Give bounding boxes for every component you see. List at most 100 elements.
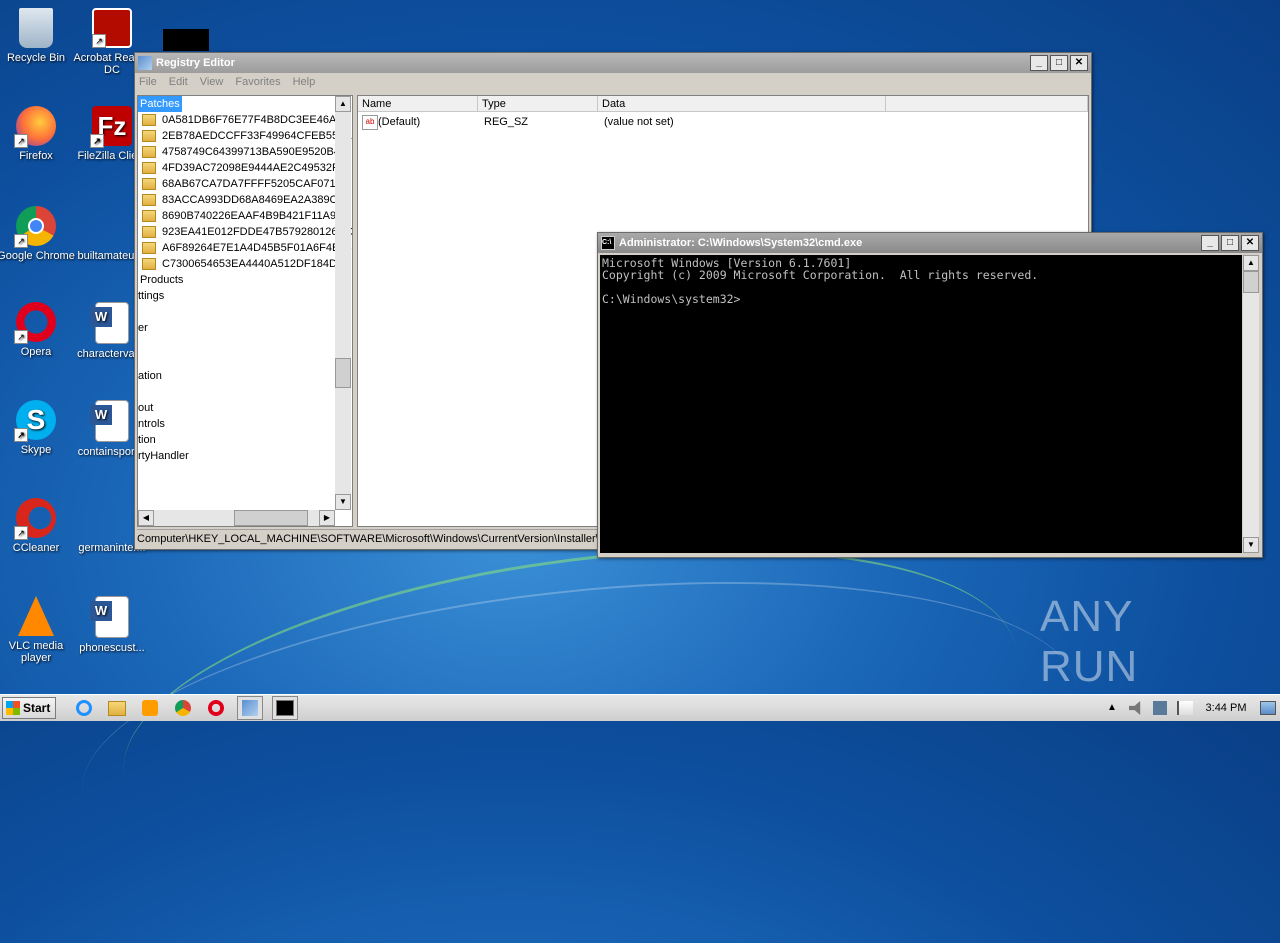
hscroll-thumb[interactable] xyxy=(234,510,308,526)
scroll-thumb[interactable] xyxy=(1243,271,1259,293)
scroll-left-button[interactable]: ◀ xyxy=(138,510,154,526)
window-title: Registry Editor xyxy=(156,57,235,69)
show-hidden-icons-chevron-icon[interactable]: ▲ xyxy=(1105,701,1119,715)
anyrun-watermark: ANY RUN xyxy=(1040,592,1139,691)
tree-item[interactable]: er xyxy=(138,320,334,336)
cmd-window[interactable]: C:\ Administrator: C:\Windows\System32\c… xyxy=(597,232,1263,558)
ie-icon xyxy=(76,700,92,716)
tree-item[interactable]: A6F89264E7E1A4D45B5F01A6F4E08 xyxy=(138,240,352,256)
regedit-icon xyxy=(242,700,258,716)
menu-help[interactable]: Help xyxy=(293,76,316,88)
taskbar-opera[interactable] xyxy=(204,697,228,719)
desktop-icon-chrome[interactable]: ↗ Google Chrome xyxy=(0,206,76,262)
menu-bar: File Edit View Favorites Help xyxy=(135,73,1091,91)
taskbar-regedit[interactable] xyxy=(237,696,263,720)
column-header-type[interactable]: Type xyxy=(478,96,598,112)
desktop-icon-firefox[interactable]: ↗ Firefox xyxy=(0,106,76,162)
network-icon[interactable] xyxy=(1153,701,1167,715)
menu-file[interactable]: File xyxy=(139,76,157,88)
chrome-icon xyxy=(175,700,191,716)
console-vertical-scrollbar[interactable]: ▲ ▼ xyxy=(1243,255,1259,553)
scroll-up-button[interactable]: ▲ xyxy=(335,96,351,112)
regedit-titlebar[interactable]: Registry Editor _ □ ✕ xyxy=(135,53,1091,73)
column-header-name[interactable]: Name xyxy=(358,96,478,112)
key-tree-pane[interactable]: Patches 0A581DB6F76E77F4B8DC3EE46AEA 2EB… xyxy=(137,95,353,527)
column-header-data[interactable]: Data xyxy=(598,96,886,112)
desktop-icon-opera[interactable]: ↗ Opera xyxy=(0,302,76,358)
acrobat-icon: ↗ xyxy=(92,8,132,48)
console-output[interactable]: Microsoft Windows [Version 6.1.7601] Copy… xyxy=(600,255,1242,553)
tree-item[interactable]: 4FD39AC72098E9444AE2C49532FC xyxy=(138,160,347,176)
filezilla-icon: Fz ↗ xyxy=(90,106,132,148)
maximize-button[interactable]: □ xyxy=(1221,235,1239,251)
word-doc-icon: W xyxy=(90,302,129,344)
desktop-icon-ccleaner[interactable]: ↗ CCleaner xyxy=(0,498,76,554)
tree-item[interactable] xyxy=(138,352,334,368)
word-doc-icon: W xyxy=(90,596,129,638)
tree-item[interactable]: 2EB78AEDCCFF33F49964CFEB551A xyxy=(138,128,352,144)
desktop-icon-skype[interactable]: S ↗ Skype xyxy=(0,400,76,456)
tree-item-products[interactable]: Products xyxy=(138,272,334,288)
window-title: Administrator: C:\Windows\System32\cmd.e… xyxy=(619,237,863,249)
taskbar-chrome[interactable] xyxy=(171,697,195,719)
action-center-flag-icon[interactable] xyxy=(1177,701,1193,715)
folder-icon xyxy=(142,178,156,190)
system-tray: ▲ 3:44 PM xyxy=(1100,695,1280,721)
tree-item[interactable]: tion xyxy=(138,432,334,448)
tree-item[interactable]: 68AB67CA7DA7FFFF5205CAF071E4 xyxy=(138,176,349,192)
tree-item[interactable]: 8690B740226EAAF4B9B421F11A90D xyxy=(138,208,350,224)
scroll-up-button[interactable]: ▲ xyxy=(1243,255,1259,271)
show-desktop-icon[interactable] xyxy=(1260,701,1276,715)
value-row[interactable]: ab (Default) REG_SZ (value not set) xyxy=(362,114,1082,130)
tree-item[interactable]: ttings xyxy=(138,288,334,304)
taskbar-cmd[interactable] xyxy=(272,696,298,720)
scroll-down-button[interactable]: ▼ xyxy=(335,494,351,510)
tree-horizontal-scrollbar[interactable]: ◀ ▶ xyxy=(138,510,335,526)
close-button[interactable]: ✕ xyxy=(1241,235,1259,251)
clock[interactable]: 3:44 PM xyxy=(1198,702,1254,714)
tree-item[interactable]: out xyxy=(138,400,334,416)
word-doc-icon: W xyxy=(90,400,129,442)
menu-view[interactable]: View xyxy=(200,76,224,88)
tree-item-patches[interactable]: Patches xyxy=(138,96,334,112)
tree-item[interactable]: rtyHandler xyxy=(138,448,334,464)
value-type: REG_SZ xyxy=(484,116,529,128)
desktop-icon-recycle-bin[interactable]: Recycle Bin xyxy=(0,8,76,64)
vlc-icon xyxy=(18,596,54,636)
minimize-button[interactable]: _ xyxy=(1030,55,1048,71)
menu-edit[interactable]: Edit xyxy=(169,76,188,88)
taskbar-ie[interactable] xyxy=(72,697,96,719)
volume-icon[interactable] xyxy=(1129,701,1141,715)
tree-item[interactable]: 0A581DB6F76E77F4B8DC3EE46AEA xyxy=(138,112,351,128)
tree-item[interactable]: ntrols xyxy=(138,416,334,432)
taskbar-media-player[interactable] xyxy=(138,697,162,719)
tree-item[interactable] xyxy=(138,384,334,400)
tree-item[interactable]: ation xyxy=(138,368,334,384)
start-button[interactable]: Start xyxy=(2,697,56,719)
chrome-icon: ↗ xyxy=(14,206,56,248)
folder-icon xyxy=(142,146,156,158)
scroll-down-button[interactable]: ▼ xyxy=(1243,537,1259,553)
tree-item[interactable]: 4758749C64399713BA590E9520B4E xyxy=(138,144,347,160)
tree-item[interactable] xyxy=(138,336,334,352)
tree-item[interactable]: 923EA41E012FDDE47B579280126CC xyxy=(138,224,352,240)
taskbar-explorer[interactable] xyxy=(105,697,129,719)
scroll-right-button[interactable]: ▶ xyxy=(319,510,335,526)
desktop-icon-label: phonescust... xyxy=(79,642,145,654)
cmd-titlebar[interactable]: C:\ Administrator: C:\Windows\System32\c… xyxy=(598,233,1262,253)
firefox-icon: ↗ xyxy=(14,106,56,148)
tree-item[interactable]: 83ACCA993DD68A8469EA2A389C57 xyxy=(138,192,350,208)
minimize-button[interactable]: _ xyxy=(1201,235,1219,251)
tree-vertical-scrollbar[interactable]: ▲ ▼ xyxy=(335,96,351,510)
regedit-icon xyxy=(138,56,152,70)
desktop-icon-vlc[interactable]: VLC media player xyxy=(0,596,76,664)
folder-icon xyxy=(142,242,156,254)
menu-favorites[interactable]: Favorites xyxy=(235,76,280,88)
desktop-icon-phonescust[interactable]: W phonescust... xyxy=(72,596,152,654)
tree-item[interactable] xyxy=(138,304,334,320)
scroll-thumb[interactable] xyxy=(335,358,351,388)
maximize-button[interactable]: □ xyxy=(1050,55,1068,71)
close-button[interactable]: ✕ xyxy=(1070,55,1088,71)
skype-icon: S ↗ xyxy=(14,400,56,442)
tree-item[interactable]: C7300654653EA4440A512DF184D70 xyxy=(138,256,349,272)
